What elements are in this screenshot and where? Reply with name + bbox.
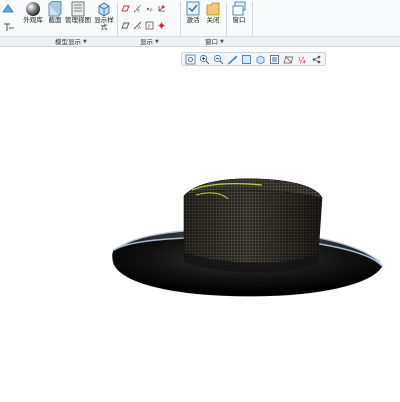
- close-label: 关闭: [206, 16, 220, 24]
- repaint-icon[interactable]: [227, 54, 238, 65]
- display-style-button[interactable]: 显示样 式: [93, 1, 115, 31]
- orient-icon[interactable]: [2, 3, 14, 15]
- layer-icon[interactable]: [3, 22, 15, 32]
- section-icon: [48, 1, 62, 17]
- graphics-window[interactable]: [0, 68, 400, 400]
- window-button[interactable]: 窗口: [230, 1, 248, 24]
- ribbon-group-bar: 模型显示 ▼ 显示 ▼ 窗口 ▼: [0, 36, 400, 47]
- window-group-label: 窗口: [205, 38, 218, 46]
- datum-display-icon[interactable]: [283, 54, 294, 65]
- window-label: 窗口: [232, 16, 246, 24]
- display-style-icon[interactable]: [241, 54, 252, 65]
- plane-tag-icon[interactable]: [121, 21, 130, 30]
- activate-label: 激活: [186, 16, 200, 24]
- point-display-icon[interactable]: P: [145, 4, 154, 13]
- svg-text:A: A: [137, 8, 140, 13]
- csys-display-icon[interactable]: [157, 4, 166, 13]
- plane-display-icon[interactable]: [121, 4, 130, 13]
- ribbon: 外观库 截面 管理视图 显示样 式 A P A P 激活 关闭 窗口: [0, 0, 400, 46]
- appearance-sphere-icon: [26, 2, 40, 16]
- window-group[interactable]: 窗口 ▼: [205, 37, 224, 47]
- svg-text:P: P: [148, 24, 151, 29]
- chevron-down-icon: ▼: [83, 39, 87, 45]
- show-group-label: 显示: [140, 38, 153, 46]
- display-style-cube-icon: [98, 2, 110, 17]
- svg-text:¼: ¼: [298, 56, 306, 65]
- show-group[interactable]: 显示 ▼: [140, 37, 159, 47]
- spin-center-display-icon[interactable]: [157, 21, 166, 30]
- section-button[interactable]: 截面: [46, 1, 64, 24]
- activate-button[interactable]: 激活: [184, 1, 202, 24]
- point-tag-icon[interactable]: P: [145, 21, 154, 30]
- chevron-down-icon: ▼: [220, 39, 224, 45]
- zoom-in-icon[interactable]: [199, 54, 210, 65]
- appearance-library-button[interactable]: 外观库: [21, 1, 45, 24]
- display-style-label-2: 式: [100, 23, 108, 31]
- model-display-group[interactable]: 模型显示 ▼: [55, 37, 87, 47]
- manage-views-button[interactable]: 管理视图: [64, 1, 92, 24]
- hat-model[interactable]: [0, 68, 400, 400]
- spin-center-icon[interactable]: [311, 54, 322, 65]
- svg-text:P: P: [150, 8, 153, 13]
- svg-text:A: A: [138, 25, 141, 30]
- axis-display-icon[interactable]: A: [133, 4, 142, 13]
- view-manager-icon[interactable]: [269, 54, 280, 65]
- close-folder-icon: [206, 2, 220, 16]
- section-label: 截面: [48, 16, 62, 24]
- window-icon: [232, 1, 246, 16]
- saved-orientations-icon[interactable]: [255, 54, 266, 65]
- manage-views-label: 管理视图: [65, 16, 91, 24]
- chevron-down-icon: ▼: [155, 39, 159, 45]
- zoom-out-icon[interactable]: [213, 54, 224, 65]
- model-display-group-label: 模型显示: [55, 38, 81, 46]
- activate-icon: [186, 1, 200, 16]
- annotation-display-icon[interactable]: ¼: [297, 54, 308, 65]
- appearance-label: 外观库: [23, 16, 43, 24]
- graphics-toolbar: ¼: [181, 52, 326, 66]
- view-manager-icon: [71, 1, 85, 17]
- refit-icon[interactable]: [185, 54, 196, 65]
- close-button[interactable]: 关闭: [204, 1, 222, 24]
- axis-tag-icon[interactable]: A: [133, 21, 142, 30]
